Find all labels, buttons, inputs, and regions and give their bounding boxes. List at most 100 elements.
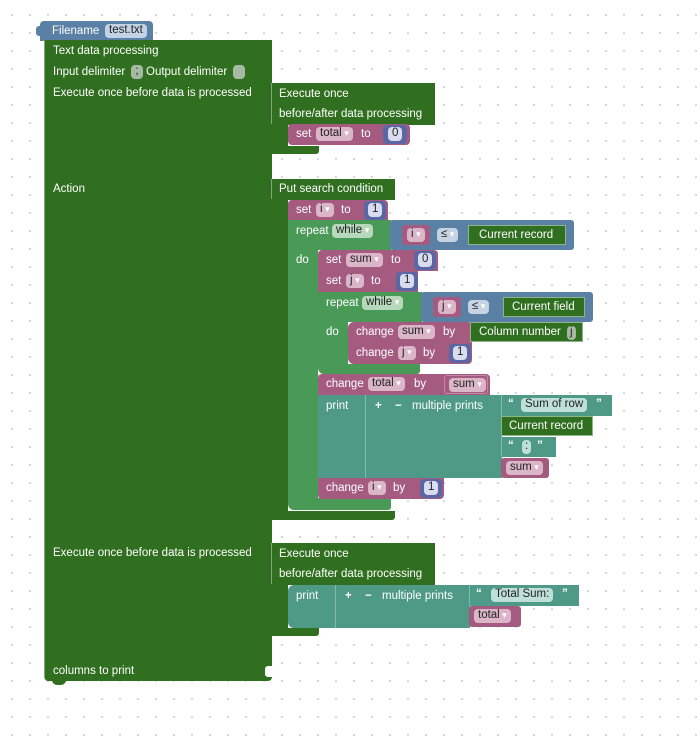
remove-item-button[interactable]: − <box>395 399 402 413</box>
by-keyword: by <box>393 482 406 494</box>
set-j-block[interactable]: set j to 1 <box>318 271 418 292</box>
text-block[interactable]: “ Sum of row ” <box>501 395 612 416</box>
output-delimiter-label: Output delimiter <box>146 66 228 78</box>
set-i-block[interactable]: set i to 1 <box>288 200 388 221</box>
text-block[interactable]: “ Total Sum: ” <box>469 585 579 606</box>
variable-dropdown[interactable]: j <box>346 274 364 288</box>
variable-dropdown[interactable]: sum <box>506 461 543 475</box>
number-field[interactable]: 1 <box>453 346 468 360</box>
output-connector <box>36 26 42 36</box>
number-field[interactable]: 1 <box>424 481 439 495</box>
number-field[interactable]: 0 <box>418 253 433 267</box>
remove-item-button[interactable]: − <box>365 589 372 603</box>
variable-dropdown[interactable]: total <box>474 609 511 623</box>
text-block[interactable]: “ : ” <box>501 437 556 457</box>
number-block[interactable]: 0 <box>414 251 436 270</box>
variable-dropdown[interactable]: i <box>368 481 386 495</box>
print-keyword: print <box>296 590 319 602</box>
variable-dropdown[interactable]: j <box>438 300 456 314</box>
repeat-while-inner-block[interactable]: repeat while <box>318 292 422 322</box>
var-block[interactable]: total <box>469 606 521 627</box>
text-field[interactable]: Total Sum: <box>491 588 554 602</box>
to-keyword: to <box>371 275 381 287</box>
open-quote-icon: “ <box>476 588 482 600</box>
columns-to-print-label: columns to print <box>53 665 135 677</box>
change-j-block[interactable]: change j by 1 <box>348 343 472 364</box>
put-search-condition-block[interactable]: Put search condition <box>271 179 395 200</box>
var-block[interactable]: i <box>402 225 430 245</box>
variable-dropdown[interactable]: sum <box>449 378 486 392</box>
loop-arm: do <box>318 321 348 366</box>
current-field-block[interactable]: Current field <box>503 297 585 317</box>
var-block[interactable]: sum <box>501 458 549 478</box>
set-keyword: set <box>296 204 312 216</box>
number-block[interactable]: 1 <box>396 272 418 291</box>
multiple-prints-label: multiple prints <box>382 590 453 602</box>
var-block[interactable]: sum <box>444 375 488 394</box>
text-field[interactable]: : <box>522 440 532 454</box>
multiple-prints-block[interactable]: + − multiple prints <box>365 395 502 478</box>
input-delimiter-field[interactable]: ; <box>131 65 143 79</box>
number-block[interactable]: 1 <box>364 201 386 220</box>
print-block[interactable]: print <box>288 585 336 628</box>
current-record-block[interactable]: Current record <box>501 416 593 436</box>
after-label: Execute once before data is processed <box>53 547 252 559</box>
variable-dropdown[interactable]: total <box>368 377 405 391</box>
c-arm <box>271 124 288 147</box>
compare-block[interactable]: i ≤ Current record <box>390 220 574 250</box>
variable-dropdown[interactable]: i <box>407 228 425 242</box>
output-delimiter-field[interactable] <box>233 65 245 79</box>
before-after-title: before/after data processing <box>279 568 423 580</box>
change-total-block[interactable]: change total by sum <box>318 374 490 395</box>
number-field[interactable]: 1 <box>368 203 383 217</box>
number-block[interactable]: 0 <box>383 125 407 144</box>
column-number-arg[interactable]: j <box>567 326 576 340</box>
change-keyword: change <box>326 482 364 494</box>
multiple-prints-block[interactable]: + − multiple prints <box>335 585 470 628</box>
column-number-block[interactable]: Column number j <box>470 322 583 342</box>
current-record-label: Current record <box>479 229 554 241</box>
number-field[interactable]: 1 <box>400 274 415 288</box>
variable-dropdown[interactable]: j <box>398 346 416 360</box>
add-item-button[interactable]: + <box>345 589 352 603</box>
loop-bottom <box>288 498 391 510</box>
number-block[interactable]: 1 <box>420 479 442 498</box>
operator-dropdown[interactable]: ≤ <box>437 228 459 242</box>
c-bottom <box>271 511 395 520</box>
operator-dropdown[interactable]: ≤ <box>468 300 490 314</box>
c-arm <box>271 584 288 629</box>
change-sum-block[interactable]: change sum by <box>348 322 472 343</box>
mode-dropdown[interactable]: while <box>332 224 374 238</box>
print-keyword: print <box>326 400 349 412</box>
set-keyword: set <box>296 128 312 140</box>
filename-input[interactable]: test.txt <box>105 24 147 38</box>
variable-dropdown[interactable]: i <box>316 203 334 217</box>
number-block[interactable]: 1 <box>449 344 471 363</box>
change-i-block[interactable]: change i by 1 <box>318 478 444 499</box>
variable-dropdown[interactable]: sum <box>398 325 435 339</box>
filename-block[interactable]: Filename test.txt <box>40 21 153 41</box>
add-item-button[interactable]: + <box>375 399 382 413</box>
text-field[interactable]: Sum of row <box>521 398 588 412</box>
print-block[interactable]: print <box>318 395 366 478</box>
set-total-block[interactable]: set total to 0 <box>288 124 410 145</box>
execute-once-before-block[interactable]: Execute once before/after data processin… <box>271 83 435 125</box>
variable-dropdown[interactable]: total <box>316 127 353 141</box>
current-record-block[interactable]: Current record <box>468 225 566 245</box>
text-data-processing-block[interactable]: Text data processing Input delimiter ; O… <box>44 40 272 681</box>
repeat-while-outer-block[interactable]: repeat while <box>288 220 391 250</box>
compare-block[interactable]: j ≤ Current field <box>421 292 593 322</box>
close-quote-icon: ” <box>562 588 568 600</box>
set-sum-block[interactable]: set sum to 0 <box>318 250 438 271</box>
c-bottom <box>271 146 319 154</box>
columns-input-socket[interactable] <box>265 666 272 677</box>
execute-once-after-block[interactable]: Execute once before/after data processin… <box>271 543 435 585</box>
action-label: Action <box>53 183 85 195</box>
number-field[interactable]: 0 <box>388 127 403 141</box>
change-keyword: change <box>326 378 364 390</box>
var-block[interactable]: j <box>433 297 461 317</box>
variable-dropdown[interactable]: sum <box>346 253 383 267</box>
mode-dropdown[interactable]: while <box>362 296 404 310</box>
before-after-title: before/after data processing <box>279 108 423 120</box>
close-quote-icon: ” <box>537 440 543 452</box>
